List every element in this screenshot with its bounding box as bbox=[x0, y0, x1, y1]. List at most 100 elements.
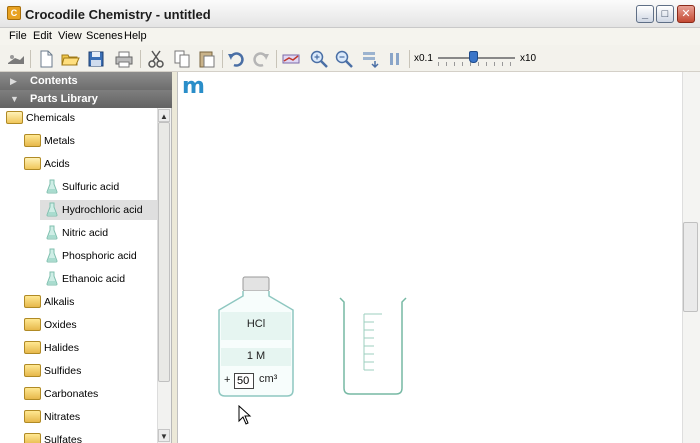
tree-item[interactable]: Ethanoic acid bbox=[40, 269, 157, 289]
contents-panel-header[interactable]: ▶ Contents bbox=[0, 72, 172, 90]
save-icon[interactable] bbox=[86, 49, 106, 69]
toolbar-separator bbox=[222, 50, 223, 68]
tree-item[interactable]: Chemicals bbox=[4, 108, 157, 128]
toolbar-separator bbox=[30, 50, 31, 68]
app-icon: C bbox=[7, 6, 21, 20]
flask-icon bbox=[46, 248, 58, 263]
expanded-arrow-icon: ▼ bbox=[10, 94, 19, 104]
folder-icon bbox=[24, 341, 41, 354]
menu-file[interactable]: File bbox=[9, 30, 27, 42]
folder-icon bbox=[24, 318, 41, 331]
print-icon[interactable] bbox=[114, 49, 134, 69]
zoom-in-icon[interactable] bbox=[309, 49, 329, 69]
open-parts-icon[interactable] bbox=[6, 49, 26, 69]
tree-item-label: Sulfides bbox=[44, 365, 82, 377]
tree-item[interactable]: Carbonates bbox=[22, 384, 157, 404]
window-title: Crocodile Chemistry - untitled bbox=[25, 7, 211, 22]
cut-icon[interactable] bbox=[146, 49, 166, 69]
flask-icon bbox=[46, 202, 58, 217]
copy-icon[interactable] bbox=[172, 49, 192, 69]
zoom-out-icon[interactable] bbox=[334, 49, 354, 69]
parts-library-label: Parts Library bbox=[30, 93, 98, 105]
undo-icon[interactable] bbox=[226, 49, 246, 69]
canvas-scroll-thumb[interactable] bbox=[683, 222, 698, 312]
flask-icon bbox=[46, 179, 58, 194]
beaker[interactable] bbox=[338, 296, 408, 396]
tree-item-label: Chemicals bbox=[26, 112, 76, 124]
tree-item[interactable]: Metals bbox=[22, 131, 157, 151]
add-volume-plus: + bbox=[224, 374, 231, 386]
flask-icon bbox=[46, 271, 58, 286]
graph-icon[interactable] bbox=[281, 49, 301, 69]
zoom-max-label: x10 bbox=[520, 53, 537, 64]
toolbar-separator bbox=[409, 50, 410, 68]
folder-icon bbox=[24, 134, 41, 147]
minimize-button[interactable]: _ bbox=[636, 5, 654, 23]
tree-item[interactable]: Alkalis bbox=[22, 292, 157, 312]
tree-item-label: Sulfates bbox=[44, 434, 82, 443]
sidebar-scroll-thumb[interactable] bbox=[158, 122, 170, 382]
tree-item[interactable]: Halides bbox=[22, 338, 157, 358]
tree-item-label: Carbonates bbox=[44, 388, 99, 400]
folder-icon bbox=[24, 433, 41, 443]
sidebar: ▶ Contents ▼ Parts Library Chemicals Meta… bbox=[0, 72, 172, 443]
zoom-slider-ticks bbox=[438, 62, 515, 66]
tree-item-label: Ethanoic acid bbox=[62, 273, 126, 285]
tree-item-label: Nitric acid bbox=[62, 227, 109, 239]
mouse-pointer-icon bbox=[238, 405, 252, 425]
close-button[interactable]: ✕ bbox=[677, 5, 695, 23]
redo-icon[interactable] bbox=[251, 49, 271, 69]
open-folder-icon bbox=[24, 157, 41, 170]
contents-label: Contents bbox=[30, 75, 78, 87]
tree-item[interactable]: Sulfates bbox=[22, 430, 157, 443]
bottle-concentration-label: 1 M bbox=[246, 350, 266, 362]
tree-item[interactable]: Nitrates bbox=[22, 407, 157, 427]
fit-icon[interactable] bbox=[360, 49, 380, 69]
menu-scenes[interactable]: Scenes bbox=[86, 30, 123, 42]
scroll-down-arrow-icon[interactable]: ▼ bbox=[158, 429, 170, 442]
title-bar: C Crocodile Chemistry - untitled _ □ ✕ bbox=[0, 0, 700, 28]
folder-icon bbox=[24, 364, 41, 377]
folder-icon bbox=[24, 295, 41, 308]
tree-item-label: Metals bbox=[44, 135, 75, 147]
tree-item-label: Phosphoric acid bbox=[62, 250, 137, 262]
folder-icon bbox=[24, 387, 41, 400]
tree-item[interactable]: Sulfides bbox=[22, 361, 157, 381]
tree-item-label: Halides bbox=[44, 342, 80, 354]
menu-view[interactable]: View bbox=[58, 30, 82, 42]
menu-bar: File Edit View Scenes Help bbox=[0, 28, 700, 45]
maximize-button[interactable]: □ bbox=[656, 5, 674, 23]
tree-item[interactable]: Hydrochloric acid bbox=[40, 200, 157, 220]
toolbar-separator bbox=[140, 50, 141, 68]
new-file-icon[interactable] bbox=[36, 49, 56, 69]
menu-help[interactable]: Help bbox=[124, 30, 147, 42]
tree-item[interactable]: Oxides bbox=[22, 315, 157, 335]
folder-icon bbox=[24, 410, 41, 423]
crocodile-logo: m bbox=[182, 74, 205, 99]
bottle-chemical-label: HCl bbox=[246, 318, 266, 330]
tree-item[interactable]: Phosphoric acid bbox=[40, 246, 157, 266]
menu-edit[interactable]: Edit bbox=[33, 30, 52, 42]
tree-item[interactable]: Nitric acid bbox=[40, 223, 157, 243]
flask-icon bbox=[46, 225, 58, 240]
volume-unit-label: cm³ bbox=[259, 373, 278, 385]
zoom-min-label: x0.1 bbox=[414, 53, 433, 64]
tree-item-label: Alkalis bbox=[44, 296, 75, 308]
tree-item-label: Hydrochloric acid bbox=[62, 204, 143, 216]
volume-input[interactable]: 50 bbox=[234, 373, 254, 389]
tree-item-label: Acids bbox=[44, 158, 70, 170]
zoom-slider-thumb[interactable] bbox=[468, 51, 478, 63]
tree-item[interactable]: Sulfuric acid bbox=[40, 177, 157, 197]
tree-item-label: Sulfuric acid bbox=[62, 181, 120, 193]
tree-item-label: Oxides bbox=[44, 319, 77, 331]
scroll-up-arrow-icon[interactable]: ▲ bbox=[158, 109, 170, 122]
open-folder-icon bbox=[6, 111, 23, 124]
collapsed-arrow-icon: ▶ bbox=[10, 76, 17, 86]
pause-icon[interactable] bbox=[385, 49, 405, 69]
paste-icon[interactable] bbox=[197, 49, 217, 69]
parts-library-panel-header[interactable]: ▼ Parts Library bbox=[0, 90, 172, 108]
open-folder-icon[interactable] bbox=[60, 49, 80, 69]
tree-item[interactable]: Acids bbox=[22, 154, 157, 174]
toolbar-separator bbox=[276, 50, 277, 68]
tree-item-label: Nitrates bbox=[44, 411, 81, 423]
